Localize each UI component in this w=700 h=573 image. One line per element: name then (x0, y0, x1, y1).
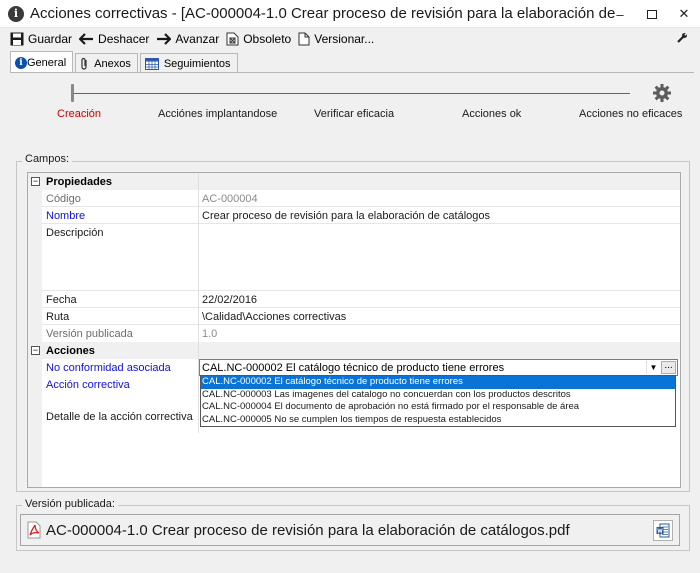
version-button[interactable]: Versionar... (298, 32, 374, 46)
tab-general-label: General (27, 56, 67, 69)
no-conformidad-combobox[interactable]: CAL.NC-000002 El catálogo técnico de pro… (199, 359, 678, 376)
published-file-box[interactable]: AC-000004-1.0 Crear proceso de revisión … (20, 514, 680, 546)
title-bar: i Acciones correctivas - [AC-000004-1.0 … (0, 0, 700, 28)
dropdown-option[interactable]: CAL.NC-000005 No se cumplen los tiempos … (201, 414, 675, 427)
info-icon: i (15, 56, 27, 69)
field-row-codigo[interactable]: Código AC-000004 (28, 190, 680, 207)
dropdown-arrow-icon[interactable]: ▼ (646, 361, 660, 374)
published-file-link[interactable]: AC-000004-1.0 Crear proceso de revisión … (46, 522, 570, 539)
published-version-group-label: Versión publicada: (22, 498, 118, 510)
maximize-icon (647, 9, 657, 19)
undo-label: Deshacer (98, 32, 150, 46)
workflow-step-verificar[interactable]: Verificar eficacia (314, 108, 394, 120)
arrow-left-icon (79, 33, 94, 45)
tab-seguimientos[interactable]: Seguimientos (139, 53, 238, 73)
tab-divider (10, 72, 694, 73)
field-row-nombre[interactable]: Nombre Crear proceso de revisión para la… (28, 207, 680, 224)
property-grid: − Propiedades Código AC-000004 Nombre Cr… (27, 172, 681, 488)
field-value: 22/02/2016 (202, 293, 258, 306)
workflow-track (72, 93, 630, 94)
ellipsis-button[interactable]: ... (661, 361, 676, 374)
field-row-version-publicada[interactable]: Versión publicada 1.0 (28, 325, 680, 342)
field-label: Código (46, 192, 81, 205)
toolbar: Guardar Deshacer Avanzar Obsoleto Versio… (0, 28, 700, 50)
obsolete-label: Obsoleto (243, 32, 292, 46)
minimize-button[interactable]: – (605, 0, 635, 28)
tab-general[interactable]: i General (10, 51, 74, 73)
close-button[interactable]: ✕ (669, 0, 699, 28)
no-conformidad-dropdown-list: CAL.NC-000002 El catálogo técnico de pro… (200, 375, 676, 427)
category-acciones[interactable]: − Acciones (28, 342, 680, 359)
arrow-right-icon (157, 33, 172, 45)
field-value: Crear proceso de revisión para la elabor… (202, 209, 491, 222)
redo-label: Avanzar (175, 32, 220, 46)
floppy-disk-icon (10, 32, 24, 46)
version-label: Versionar... (314, 32, 375, 46)
redo-button[interactable]: Avanzar (156, 32, 219, 46)
field-label: Versión publicada (46, 327, 133, 340)
workflow-step-no-eficaces[interactable]: Acciones no eficaces (579, 108, 682, 120)
field-label: Descripción (46, 226, 104, 239)
field-value: 1.0 (202, 327, 218, 340)
obsolete-document-icon (226, 32, 239, 46)
save-button[interactable]: Guardar (10, 32, 72, 46)
field-row-ruta[interactable]: Ruta \Calidad\Acciones correctivas (28, 308, 680, 325)
collapse-icon[interactable]: − (31, 346, 40, 355)
workflow-step-creacion[interactable]: Creación (57, 108, 101, 120)
calendar-grid-icon (144, 57, 159, 70)
field-label: Nombre (46, 209, 86, 222)
field-label: Fecha (46, 293, 77, 306)
tab-anexos[interactable]: Anexos (75, 53, 138, 73)
save-label: Guardar (28, 32, 73, 46)
field-label: Acción correctiva (46, 378, 130, 391)
gear-icon[interactable] (652, 83, 672, 103)
maximize-button[interactable] (637, 0, 667, 28)
field-value: AC-000004 (202, 192, 258, 205)
document-icon (298, 32, 310, 46)
word-export-button[interactable] (653, 520, 673, 541)
pdf-file-icon (27, 521, 41, 539)
window-title: Acciones correctivas - [AC-000004-1.0 Cr… (30, 5, 620, 22)
undo-button[interactable]: Deshacer (79, 32, 149, 46)
column-separator (198, 173, 199, 433)
category-label: Acciones (46, 344, 95, 357)
combobox-value: CAL.NC-000002 El catálogo técnico de pro… (202, 361, 505, 374)
category-label: Propiedades (46, 175, 113, 188)
dropdown-option[interactable]: CAL.NC-000002 El catálogo técnico de pro… (201, 376, 675, 389)
tab-anexos-label: Anexos (94, 57, 131, 70)
field-label: No conformidad asociada (46, 361, 171, 374)
field-row-descripcion[interactable]: Descripción (28, 224, 680, 241)
category-propiedades[interactable]: − Propiedades (28, 173, 680, 190)
paperclip-icon (81, 57, 87, 70)
workflow-step-implantandose[interactable]: Acciónes implantandose (158, 108, 277, 120)
dropdown-option[interactable]: CAL.NC-000003 Las imagenes del catalogo … (201, 389, 675, 402)
workflow-step-ok[interactable]: Acciones ok (462, 108, 521, 120)
app-info-icon: i (8, 5, 24, 22)
word-document-icon (656, 523, 670, 538)
tab-bar: i General Anexos Seguimientos (10, 51, 240, 73)
field-row-fecha[interactable]: Fecha 22/02/2016 (28, 291, 680, 308)
tab-seguimientos-label: Seguimientos (163, 57, 231, 70)
workflow-current-marker (71, 84, 74, 102)
obsolete-button[interactable]: Obsoleto (226, 32, 291, 46)
field-label: Ruta (46, 310, 70, 323)
collapse-icon[interactable]: − (31, 177, 40, 186)
campos-group-label: Campos: (22, 153, 73, 165)
field-label: Detalle de la acción correctiva (46, 410, 193, 423)
dropdown-option[interactable]: CAL.NC-000004 El documento de aprobación… (201, 401, 675, 414)
wrench-icon[interactable] (676, 32, 688, 44)
field-value: \Calidad\Acciones correctivas (202, 310, 347, 323)
